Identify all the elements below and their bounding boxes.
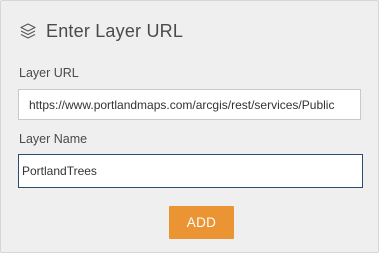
layers-icon: [19, 22, 37, 40]
add-button[interactable]: ADD: [169, 206, 234, 239]
layer-name-input[interactable]: [18, 154, 363, 188]
panel-title: Enter Layer URL: [46, 20, 184, 41]
enter-layer-url-panel: Enter Layer URL Layer URL Layer Name ADD: [0, 0, 379, 253]
layer-url-input[interactable]: [18, 89, 361, 120]
layer-name-label: Layer Name: [19, 132, 88, 146]
panel-header: Enter Layer URL: [19, 19, 183, 43]
layer-url-label: Layer URL: [19, 66, 79, 80]
